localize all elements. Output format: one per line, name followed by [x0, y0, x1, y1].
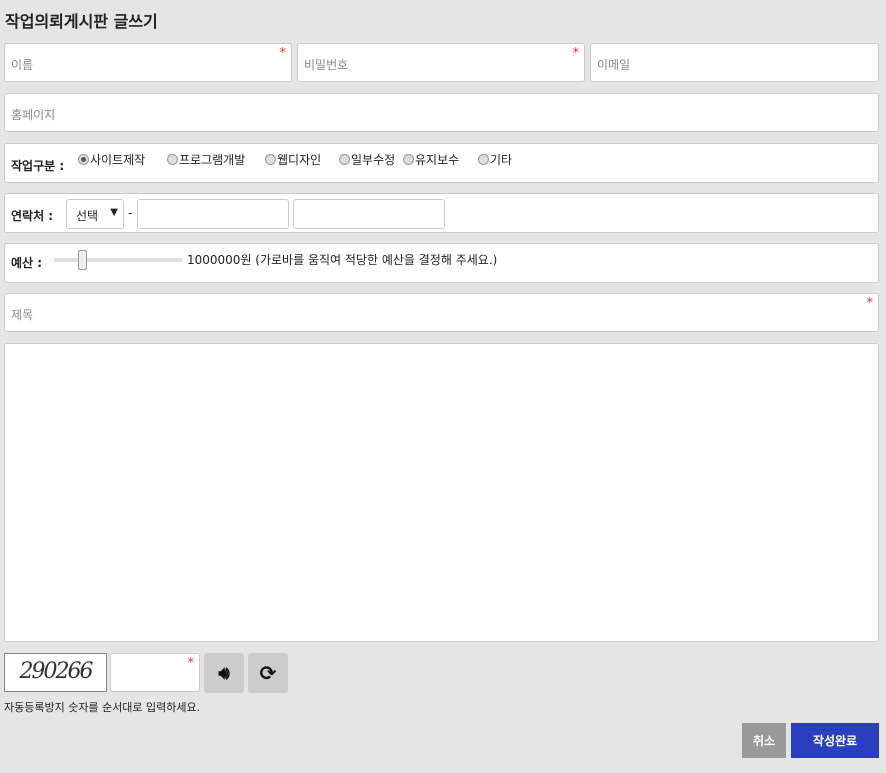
contact-row: 연락처 : 선택 ▼ -: [4, 193, 879, 233]
dropdown-arrow-icon: ▼: [110, 207, 118, 218]
budget-row: 예산 : 1000000원 (가로바를 움직여 적당한 예산을 결정해 주세요.…: [4, 243, 879, 283]
radio-partial[interactable]: 일부수정: [339, 151, 395, 168]
radio-icon: [339, 154, 350, 165]
required-mark: *: [279, 46, 287, 61]
work-type-row: 작업구분 : 사이트제작 프로그램개발 웹디자인 일부수정 유지보수 기타: [4, 143, 879, 183]
name-input[interactable]: 이름 *: [4, 43, 292, 82]
email-placeholder: 이메일: [597, 58, 631, 72]
required-mark: *: [572, 46, 580, 61]
password-input[interactable]: 비밀번호 *: [297, 43, 585, 82]
content-textarea[interactable]: [4, 343, 879, 642]
radio-other[interactable]: 기타: [478, 151, 512, 168]
subject-input[interactable]: 제목 *: [4, 293, 879, 332]
captcha-audio-button[interactable]: 🔊︎: [204, 653, 244, 693]
radio-label: 일부수정: [351, 153, 396, 167]
submit-button[interactable]: 작성완료: [791, 723, 879, 758]
work-type-label: 작업구분 :: [11, 159, 65, 173]
phone-middle-input[interactable]: [137, 199, 289, 229]
name-placeholder: 이름: [11, 58, 34, 72]
radio-maintenance[interactable]: 유지보수: [403, 151, 459, 168]
contact-label: 연락처 :: [11, 209, 54, 223]
captcha-hint: 자동등록방지 숫자를 순서대로 입력하세요.: [4, 701, 201, 714]
captcha-input[interactable]: *: [110, 653, 200, 692]
captcha-refresh-button[interactable]: ⟳: [248, 653, 288, 693]
homepage-input[interactable]: 홈페이지: [4, 93, 879, 132]
budget-slider[interactable]: [54, 250, 182, 270]
password-placeholder: 비밀번호: [304, 58, 349, 72]
subject-placeholder: 제목: [11, 308, 34, 322]
phone-last-input[interactable]: [293, 199, 445, 229]
radio-label: 웹디자인: [277, 153, 322, 167]
select-value: 선택: [76, 209, 99, 223]
budget-label: 예산 :: [11, 256, 43, 270]
speaker-icon: 🔊︎: [218, 662, 230, 684]
radio-icon: [478, 154, 489, 165]
page-title: 작업의뢰게시판 글쓰기: [5, 12, 158, 31]
radio-label: 프로그램개발: [179, 153, 246, 167]
radio-site[interactable]: 사이트제작: [78, 151, 145, 168]
homepage-placeholder: 홈페이지: [11, 108, 56, 122]
required-mark: *: [866, 296, 874, 311]
radio-icon: [167, 154, 178, 165]
radio-label: 기타: [490, 153, 513, 167]
radio-label: 유지보수: [415, 153, 460, 167]
refresh-icon: ⟳: [259, 661, 277, 685]
required-mark: *: [187, 656, 195, 671]
radio-label: 사이트제작: [90, 153, 146, 167]
separator: -: [128, 206, 133, 220]
radio-icon: [403, 154, 414, 165]
captcha-image: 290266: [4, 653, 107, 692]
radio-icon: [78, 154, 89, 165]
radio-webdesign[interactable]: 웹디자인: [265, 151, 321, 168]
budget-value: 1000000원 (가로바를 움직여 적당한 예산을 결정해 주세요.): [187, 253, 498, 267]
slider-handle[interactable]: [78, 250, 88, 270]
radio-program[interactable]: 프로그램개발: [167, 151, 245, 168]
radio-icon: [265, 154, 276, 165]
phone-prefix-select[interactable]: 선택 ▼: [66, 199, 124, 229]
email-input[interactable]: 이메일: [590, 43, 879, 82]
cancel-button[interactable]: 취소: [742, 723, 786, 758]
